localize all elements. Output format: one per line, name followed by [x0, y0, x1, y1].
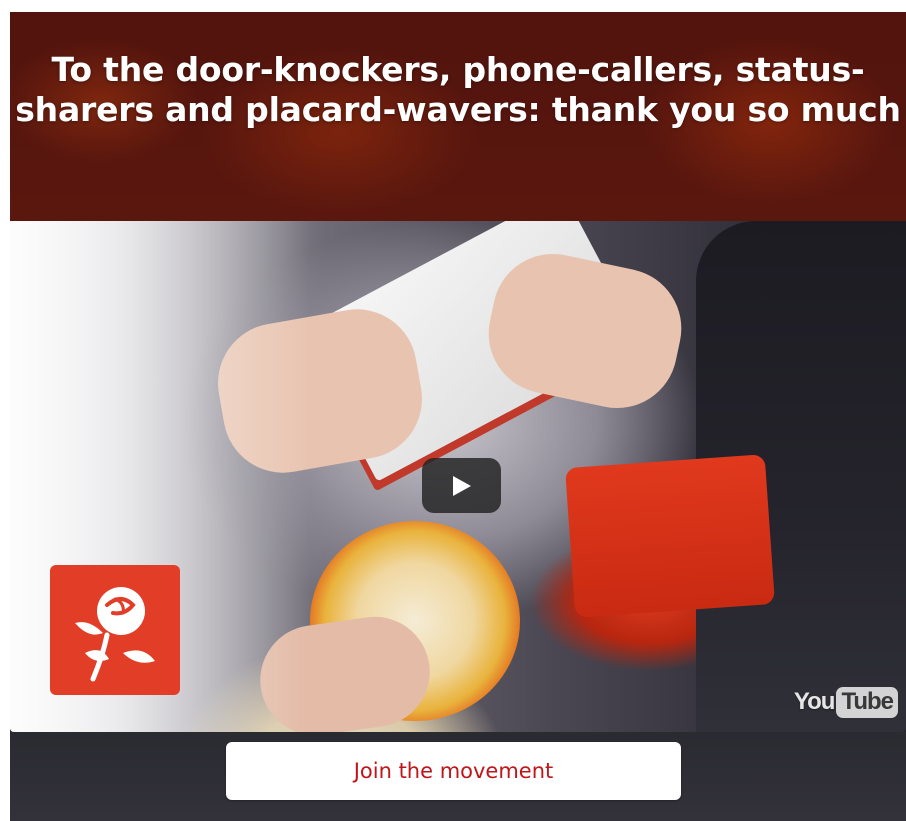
- play-button[interactable]: [422, 458, 501, 513]
- video-scene-red-bag: [565, 454, 775, 618]
- play-icon: [452, 475, 471, 496]
- page-title: To the door-knockers, phone-callers, sta…: [15, 50, 901, 129]
- youtube-logo-you: You: [793, 688, 836, 715]
- youtube-logo-tube: Tube: [836, 686, 898, 718]
- labour-rose-logo-icon: [50, 565, 180, 695]
- join-movement-button[interactable]: Join the movement: [226, 742, 681, 800]
- hero-section: To the door-knockers, phone-callers, sta…: [10, 12, 906, 821]
- youtube-logo[interactable]: You Tube: [794, 686, 898, 718]
- video-embed[interactable]: You Tube: [10, 221, 906, 732]
